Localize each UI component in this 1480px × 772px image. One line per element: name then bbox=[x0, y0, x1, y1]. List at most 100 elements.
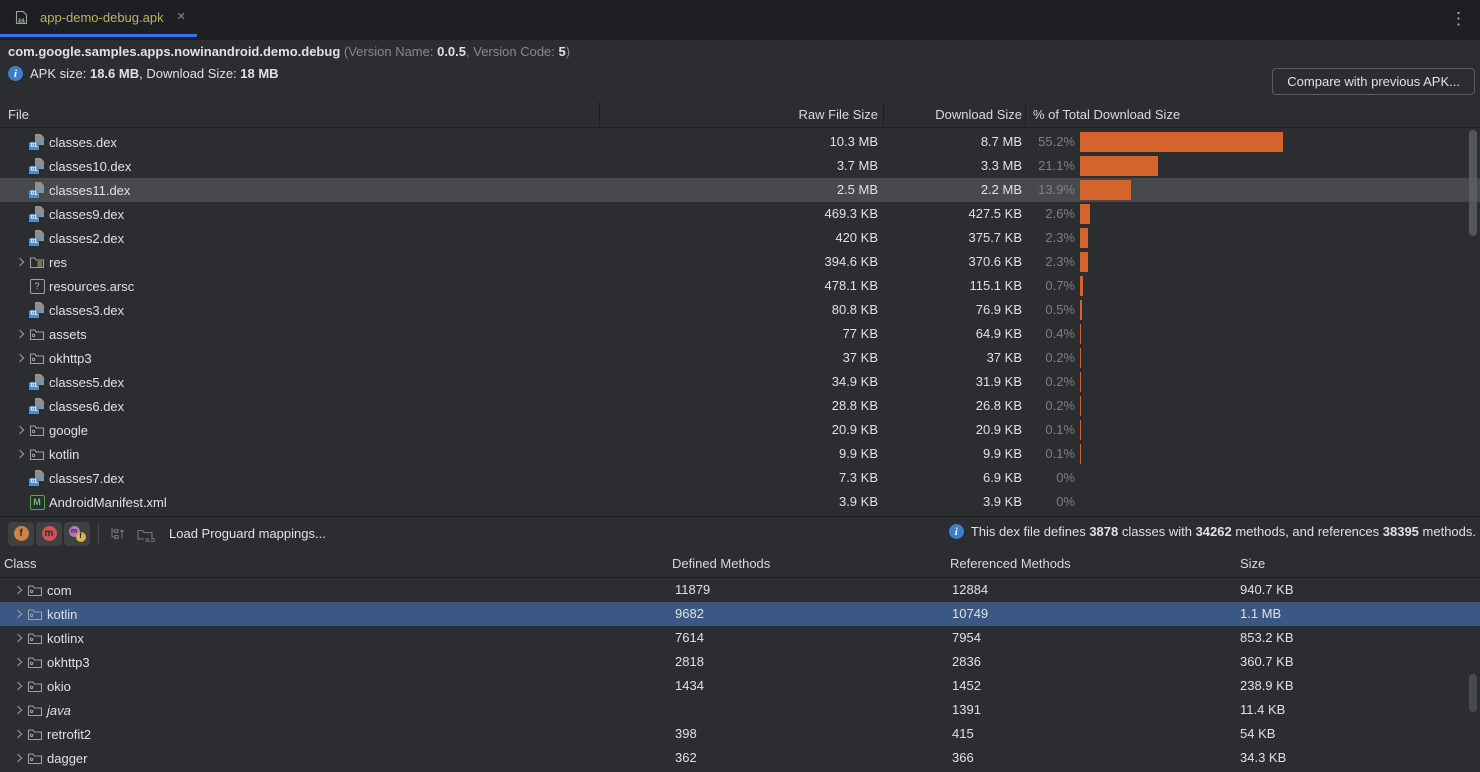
file-table-row[interactable]: 01 classes7.dex 7.3 KB 6.9 KB 0% bbox=[0, 466, 1480, 490]
kebab-menu-icon[interactable]: ⋮ bbox=[1450, 9, 1467, 29]
pct-of-total-value: 2.6% bbox=[1045, 202, 1075, 226]
defined-methods-value: 11879 bbox=[675, 578, 710, 602]
column-header-raw-file-size[interactable]: Raw File Size bbox=[799, 102, 878, 127]
pct-of-total-value: 0% bbox=[1056, 466, 1075, 490]
load-proguard-mappings-button[interactable]: Load Proguard mappings... bbox=[169, 526, 326, 541]
class-table-row[interactable]: okhttp3 2818 2836 360.7 KB bbox=[0, 650, 1480, 674]
file-name: classes9.dex bbox=[49, 207, 124, 222]
size-value: 360.7 KB bbox=[1240, 650, 1294, 674]
download-pct-bar bbox=[1080, 228, 1088, 248]
package-folder-icon bbox=[27, 606, 43, 622]
pct-of-total-value: 0.2% bbox=[1045, 394, 1075, 418]
chevron-right-icon[interactable] bbox=[10, 707, 27, 713]
file-table-row[interactable]: 01 classes3.dex 80.8 KB 76.9 KB 0.5% bbox=[0, 298, 1480, 322]
compare-previous-apk-button[interactable]: Compare with previous APK... bbox=[1272, 68, 1475, 95]
chevron-right-icon[interactable] bbox=[10, 611, 27, 617]
class-table-row[interactable]: okio 1434 1452 238.9 KB bbox=[0, 674, 1480, 698]
file-name: classes.dex bbox=[49, 135, 117, 150]
raw-file-size-value: 10.3 MB bbox=[830, 130, 878, 154]
file-name-cell: 01 classes5.dex bbox=[0, 370, 124, 394]
class-name-cell: java bbox=[0, 698, 71, 722]
dex-info-suffix: methods. bbox=[1419, 524, 1476, 539]
file-name-cell: res bbox=[0, 250, 67, 274]
class-table-row[interactable]: kotlinx 7614 7954 853.2 KB bbox=[0, 626, 1480, 650]
class-name: okio bbox=[47, 679, 71, 694]
file-table-row[interactable]: 01 classes.dex 10.3 MB 8.7 MB 55.2% bbox=[0, 130, 1480, 154]
close-icon[interactable]: ✕ bbox=[177, 12, 186, 23]
file-table-row[interactable]: ? resources.arsc 478.1 KB 115.1 KB 0.7% bbox=[0, 274, 1480, 298]
file-table-row[interactable]: 01 classes2.dex 420 KB 375.7 KB 2.3% bbox=[0, 226, 1480, 250]
column-header-pct-of-total[interactable]: % of Total Download Size bbox=[1033, 102, 1180, 127]
class-table-row[interactable]: retrofit2 398 415 54 KB bbox=[0, 722, 1480, 746]
download-pct-bar bbox=[1080, 276, 1083, 296]
file-table-row[interactable]: res 394.6 KB 370.6 KB 2.3% bbox=[0, 250, 1480, 274]
file-table-body: 01 classes.dex 10.3 MB 8.7 MB 55.2% 01 c… bbox=[0, 130, 1480, 514]
file-name: google bbox=[49, 423, 88, 438]
raw-file-size-value: 3.7 MB bbox=[837, 154, 878, 178]
file-name-cell: google bbox=[0, 418, 88, 442]
dex-icon: 01 bbox=[29, 230, 45, 246]
raw-file-size-value: 2.5 MB bbox=[837, 178, 878, 202]
file-table-row[interactable]: 01 classes11.dex 2.5 MB 2.2 MB 13.9% bbox=[0, 178, 1480, 202]
raw-file-size-value: 20.9 KB bbox=[832, 418, 878, 442]
download-size-value: 20.9 KB bbox=[976, 418, 1022, 442]
chevron-right-icon[interactable] bbox=[12, 355, 29, 361]
download-size-value: 31.9 KB bbox=[976, 370, 1022, 394]
column-header-referenced-methods[interactable]: Referenced Methods bbox=[950, 551, 1071, 577]
proguard-mappings-folder-icon[interactable]: a.b bbox=[135, 525, 155, 543]
file-table-row[interactable]: 01 classes5.dex 34.9 KB 31.9 KB 0.2% bbox=[0, 370, 1480, 394]
chevron-right-icon[interactable] bbox=[10, 731, 27, 737]
file-name-cell: ? resources.arsc bbox=[0, 274, 134, 298]
pct-of-total-value: 0.2% bbox=[1045, 346, 1075, 370]
arsc-icon: ? bbox=[29, 278, 45, 294]
column-header-size[interactable]: Size bbox=[1240, 551, 1265, 577]
download-size-value: 370.6 KB bbox=[969, 250, 1023, 274]
column-header-defined-methods[interactable]: Defined Methods bbox=[672, 551, 770, 577]
file-table-row[interactable]: 01 classes10.dex 3.7 MB 3.3 MB 21.1% bbox=[0, 154, 1480, 178]
chevron-right-icon[interactable] bbox=[12, 331, 29, 337]
download-pct-bar bbox=[1080, 132, 1283, 152]
download-pct-bar bbox=[1080, 180, 1131, 200]
download-size-value: 9.9 KB bbox=[983, 442, 1022, 466]
file-table-row[interactable]: M AndroidManifest.xml 3.9 KB 3.9 KB 0% bbox=[0, 490, 1480, 514]
referenced-methods-value: 1452 bbox=[952, 674, 981, 698]
class-table-row[interactable]: com 11879 12884 940.7 KB bbox=[0, 578, 1480, 602]
show-referenced-nodes-toggle[interactable]: m f bbox=[64, 522, 90, 546]
file-table-scrollbar[interactable] bbox=[1469, 130, 1477, 236]
file-name: classes10.dex bbox=[49, 159, 131, 174]
chevron-right-icon[interactable] bbox=[10, 683, 27, 689]
folder-icon bbox=[29, 422, 45, 438]
chevron-right-icon[interactable] bbox=[12, 427, 29, 433]
expand-tree-icon[interactable] bbox=[107, 525, 127, 543]
chevron-right-icon[interactable] bbox=[10, 659, 27, 665]
chevron-right-icon[interactable] bbox=[12, 259, 29, 265]
class-table-row[interactable]: java 1391 11.4 KB bbox=[0, 698, 1480, 722]
file-table-row[interactable]: 01 classes6.dex 28.8 KB 26.8 KB 0.2% bbox=[0, 394, 1480, 418]
file-table-row[interactable]: kotlin 9.9 KB 9.9 KB 0.1% bbox=[0, 442, 1480, 466]
show-fields-toggle[interactable]: f bbox=[8, 522, 34, 546]
class-table-scrollbar[interactable] bbox=[1469, 674, 1477, 712]
show-methods-toggle[interactable]: m bbox=[36, 522, 62, 546]
chevron-right-icon[interactable] bbox=[10, 635, 27, 641]
file-table-row[interactable]: okhttp3 37 KB 37 KB 0.2% bbox=[0, 346, 1480, 370]
chevron-right-icon[interactable] bbox=[10, 755, 27, 761]
file-table-row[interactable]: 01 classes9.dex 469.3 KB 427.5 KB 2.6% bbox=[0, 202, 1480, 226]
class-table-row[interactable]: kotlin 9682 10749 1.1 MB bbox=[0, 602, 1480, 626]
column-header-class[interactable]: Class bbox=[4, 551, 37, 577]
package-folder-icon bbox=[27, 654, 43, 670]
apk-file-icon bbox=[13, 9, 29, 25]
download-size-value: 3.9 KB bbox=[983, 490, 1022, 514]
tab-apk-file[interactable]: app-demo-debug.apk ✕ bbox=[0, 0, 197, 37]
defined-methods-value: 362 bbox=[675, 746, 697, 770]
file-table-row[interactable]: google 20.9 KB 20.9 KB 0.1% bbox=[0, 418, 1480, 442]
referenced-methods-value: 1391 bbox=[952, 698, 981, 722]
class-table-row[interactable]: dagger 362 366 34.3 KB bbox=[0, 746, 1480, 770]
column-header-download-size[interactable]: Download Size bbox=[935, 102, 1022, 127]
column-header-file[interactable]: File bbox=[8, 102, 29, 127]
column-divider bbox=[599, 102, 600, 127]
folder-icon bbox=[29, 350, 45, 366]
file-name-cell: 01 classes7.dex bbox=[0, 466, 124, 490]
chevron-right-icon[interactable] bbox=[10, 587, 27, 593]
chevron-right-icon[interactable] bbox=[12, 451, 29, 457]
file-table-row[interactable]: assets 77 KB 64.9 KB 0.4% bbox=[0, 322, 1480, 346]
